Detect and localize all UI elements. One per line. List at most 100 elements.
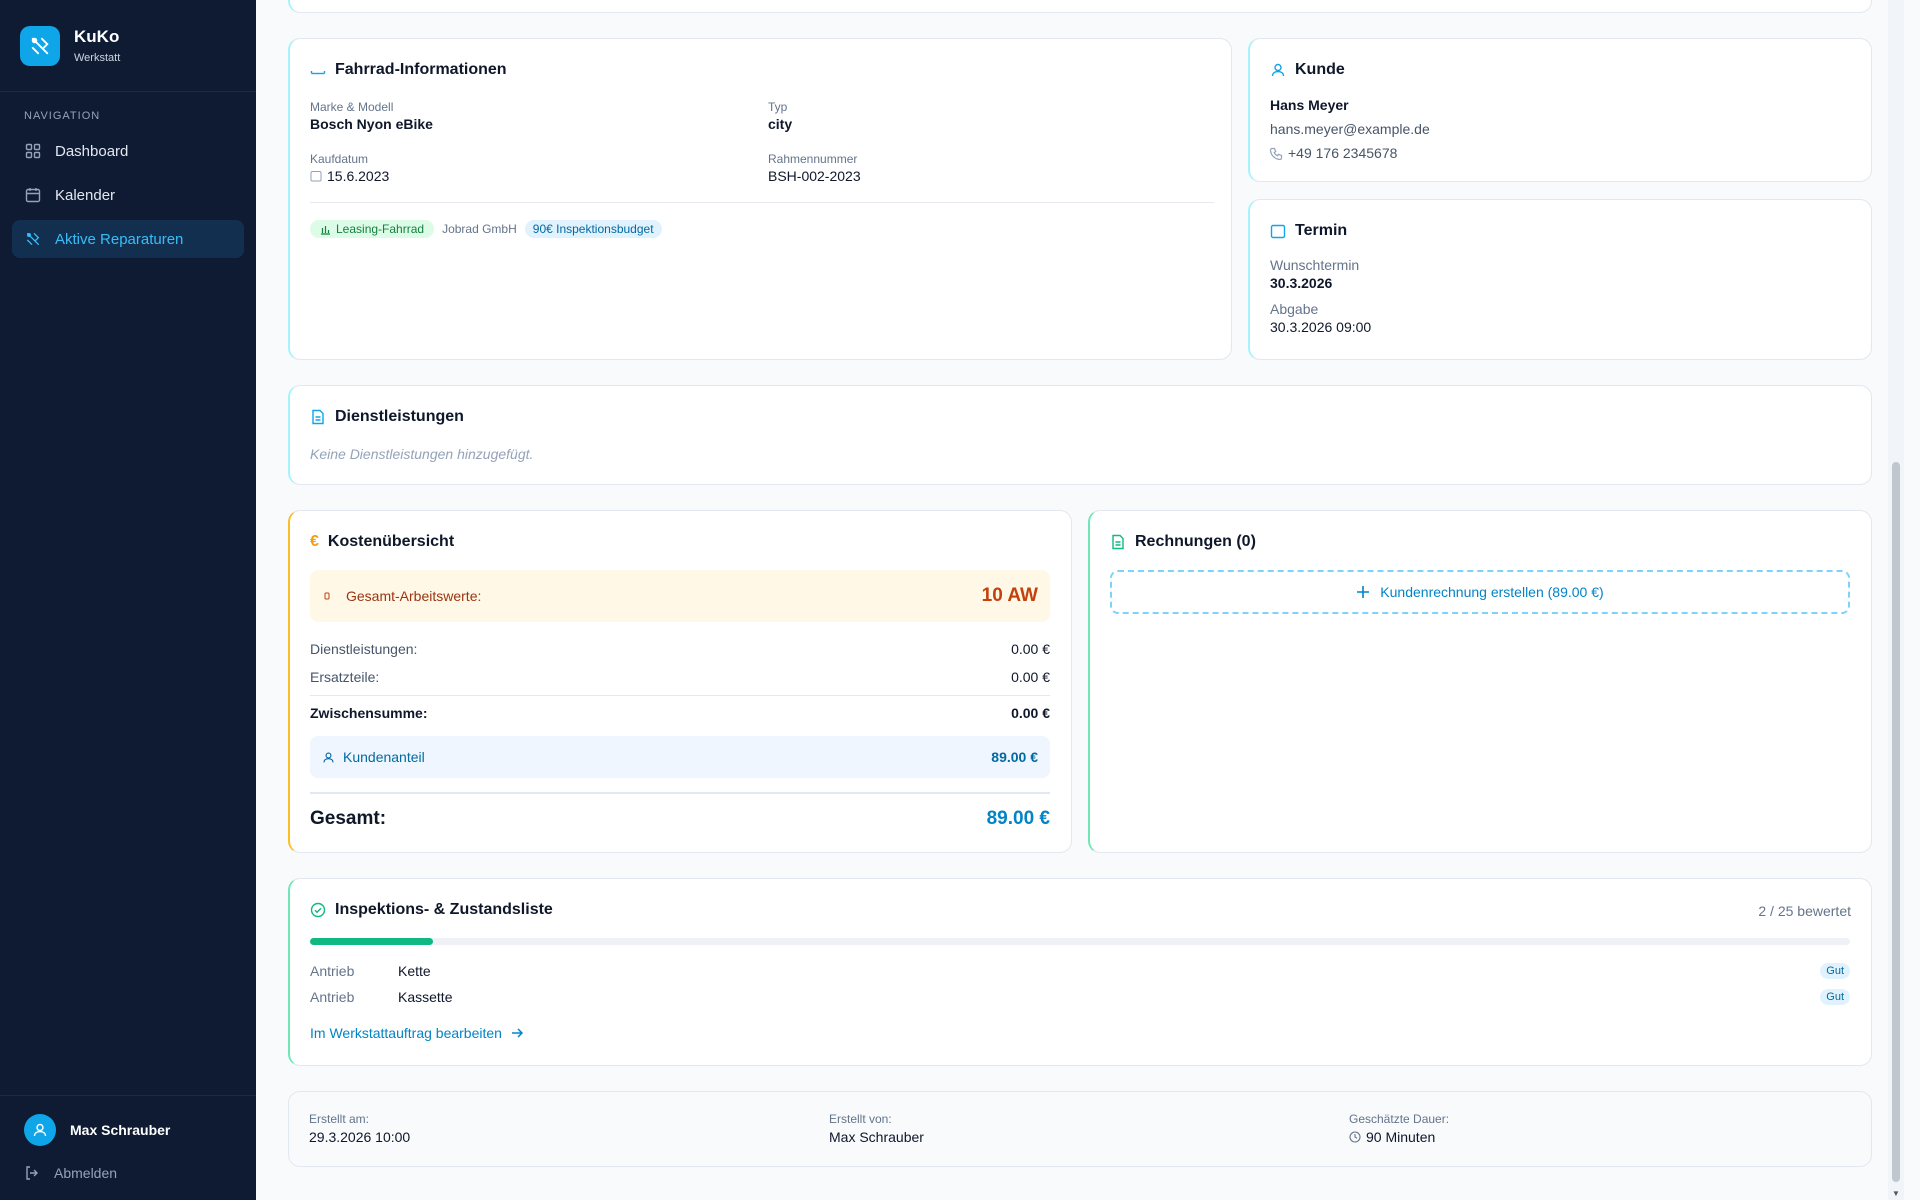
total-value: 89.00 € <box>986 808 1050 829</box>
parts-cost-value: 0.00 € <box>1011 669 1050 685</box>
frame-number-value: BSH-002-2023 <box>768 168 861 184</box>
inspection-item-category: Antrieb <box>310 963 355 979</box>
created-at-label: Erstellt am: <box>309 1112 370 1126</box>
created-by-value: Max Schrauber <box>829 1129 924 1145</box>
purchase-date-field: Kaufdatum 15.6.2023 <box>310 152 389 184</box>
phone-icon <box>1270 147 1283 160</box>
arrow-right-icon <box>511 1028 524 1038</box>
leasing-badge-label: Leasing-Fahrrad <box>336 222 425 236</box>
plus-icon <box>1357 586 1370 598</box>
inspection-item: Antrieb Kette Gut <box>310 963 1850 979</box>
customer-phone-value: +49 176 2345678 <box>1288 145 1398 161</box>
total-label: Gesamt: <box>310 808 387 829</box>
document-icon <box>312 409 324 425</box>
invoice-icon <box>1112 534 1124 550</box>
parts-cost-row: Ersatzteile: 0.00 € <box>310 669 1050 685</box>
meta-info-card: Erstellt am: 29.3.2026 10:00 Erstellt vo… <box>288 1091 1872 1167</box>
inspection-item-category: Antrieb <box>310 989 355 1005</box>
nav-item-kalender[interactable]: Kalender <box>12 176 244 214</box>
duration: 90 Minuten <box>1349 1129 1449 1145</box>
type-label: Typ <box>768 100 788 114</box>
created-by-field: Erstellt von: Max Schrauber <box>829 1112 924 1145</box>
user-name: Max Schrauber <box>70 1122 171 1138</box>
appointment-header: Termin <box>1270 222 1347 240</box>
brand-model-field: Marke & Modell Bosch Nyon eBike <box>310 100 433 132</box>
main-content: Fahrrad-Informationen Marke & Modell Bos… <box>256 0 1904 1200</box>
total-aw-box: Gesamt-Arbeitswerte: 10 AW <box>310 570 1050 622</box>
previous-card <box>288 0 1872 13</box>
type-value: city <box>768 116 793 132</box>
avatar <box>24 1114 56 1146</box>
customer-phone[interactable]: +49 176 2345678 <box>1270 145 1397 161</box>
budget-badge: 90€ Inspektionsbudget <box>524 220 662 238</box>
purchase-date-value: 15.6.2023 <box>327 168 390 184</box>
user-icon <box>1271 63 1285 77</box>
duration-value: 90 Minuten <box>1366 1129 1436 1145</box>
logout-button[interactable]: Abmelden <box>24 1162 232 1184</box>
bike-info-card: Fahrrad-Informationen Marke & Modell Bos… <box>288 38 1232 360</box>
invoices-header: Rechnungen (0) <box>1110 533 1256 551</box>
dropoff-value: 30.3.2026 09:00 <box>1270 319 1372 335</box>
cost-title: Kostenübersicht <box>327 533 455 550</box>
bike-info-header: Fahrrad-Informationen <box>310 61 507 79</box>
customer-share-box: Kundenanteil 89.00 € <box>310 736 1050 778</box>
leasing-row: Leasing-Fahrrad Jobrad GmbH 90€ Inspekti… <box>310 220 662 238</box>
status-badge: Gut <box>1820 963 1850 979</box>
services-title: Dienstleistungen <box>335 408 464 425</box>
brand[interactable]: KuKo Werkstatt <box>0 0 256 92</box>
scrollbar-thumb[interactable] <box>1892 462 1900 1182</box>
dropoff-field: Abgabe 30.3.2026 09:00 <box>1270 301 1371 335</box>
wish-date-field: Wunschtermin 30.3.2026 <box>1270 257 1359 291</box>
check-circle-icon <box>310 902 326 918</box>
nav-item-label: Kalender <box>55 186 116 204</box>
customer-share-value: 89.00 € <box>991 749 1038 765</box>
tools-icon <box>27 233 40 245</box>
nav-item-aktive-reparaturen[interactable]: Aktive Reparaturen <box>12 220 244 258</box>
customer-header: Kunde <box>1270 61 1345 79</box>
brand-model-value: Bosch Nyon eBike <box>310 116 433 132</box>
logout-icon <box>26 1166 38 1180</box>
sidebar-footer: Max Schrauber Abmelden <box>0 1095 256 1200</box>
wish-date-label: Wunschtermin <box>1270 257 1360 273</box>
nav-item-label: Dashboard <box>55 142 129 160</box>
edit-in-workorder-link[interactable]: Im Werkstattauftrag bearbeiten <box>310 1025 524 1041</box>
divider <box>310 202 1214 203</box>
subtotal-label: Zwischensumme: <box>310 705 428 721</box>
created-at-value: 29.3.2026 10:00 <box>309 1129 411 1145</box>
clock-icon <box>324 592 330 600</box>
calendar-icon <box>25 188 41 203</box>
brand-model-label: Marke & Modell <box>310 100 394 114</box>
scroll-down-arrow[interactable]: ▼ <box>1892 1189 1900 1198</box>
inspection-item-name: Kette <box>398 963 431 979</box>
purchase-date: 15.6.2023 <box>310 168 389 184</box>
total-row: Gesamt: 89.00 € <box>310 808 1050 830</box>
cost-header: € Kostenübersicht <box>310 533 454 551</box>
create-invoice-label: Kundenrechnung erstellen (89.00 €) <box>1380 584 1604 600</box>
scrollbar[interactable]: ▼ <box>1888 0 1904 1200</box>
create-invoice-button[interactable]: Kundenrechnung erstellen (89.00 €) <box>1110 570 1850 614</box>
status-badge: Gut <box>1820 989 1850 1005</box>
edit-link-label: Im Werkstattauftrag bearbeiten <box>310 1025 502 1041</box>
nav-item-dashboard[interactable]: Dashboard <box>12 132 244 170</box>
clock-icon <box>1349 1131 1361 1143</box>
invoices-title: Rechnungen (0) <box>1135 533 1256 550</box>
appointment-title: Termin <box>1295 222 1348 239</box>
inspection-card: Inspektions- & Zustandsliste 2 / 25 bewe… <box>288 878 1872 1066</box>
customer-email[interactable]: hans.meyer@example.de <box>1270 121 1430 137</box>
services-card: Dienstleistungen Keine Dienstleistungen … <box>288 385 1872 485</box>
subtotal-row: Zwischensumme: 0.00 € <box>310 705 1050 721</box>
frame-number-field: Rahmennummer BSH-002-2023 <box>768 152 861 184</box>
created-by-label: Erstellt von: <box>829 1112 892 1126</box>
duration-field: Geschätzte Dauer: 90 Minuten <box>1349 1112 1449 1145</box>
logout-label: Abmelden <box>54 1165 118 1181</box>
divider <box>310 792 1050 794</box>
duration-label: Geschätzte Dauer: <box>1349 1112 1450 1126</box>
inspection-header: Inspektions- & Zustandsliste <box>310 901 553 919</box>
inspection-progress-fill <box>310 938 434 945</box>
grid-icon <box>25 143 41 159</box>
brand-subtitle: Werkstatt <box>74 52 121 64</box>
user-profile[interactable]: Max Schrauber <box>24 1112 232 1148</box>
bike-info-title: Fahrrad-Informationen <box>335 61 507 78</box>
leasing-badge: Leasing-Fahrrad <box>310 220 435 238</box>
appointment-card: Termin Wunschtermin 30.3.2026 Abgabe 30.… <box>1248 199 1872 360</box>
